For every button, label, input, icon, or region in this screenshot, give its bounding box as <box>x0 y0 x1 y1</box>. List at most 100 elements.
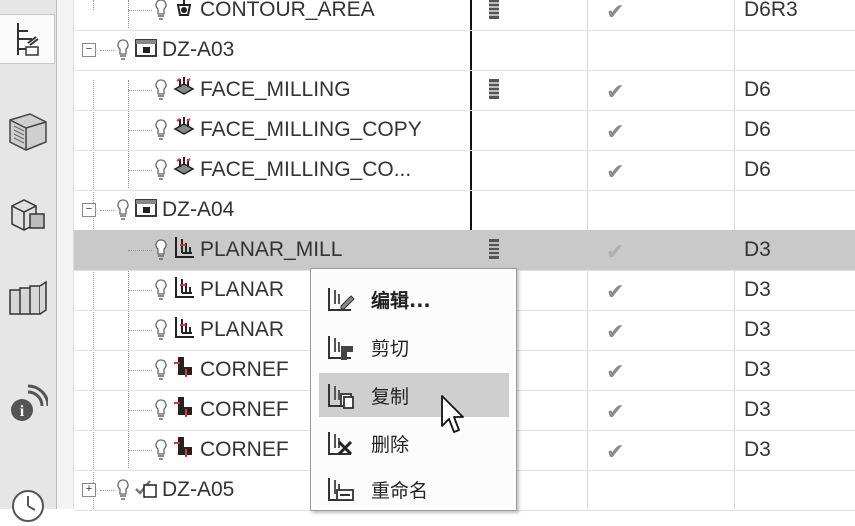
name-cell: CONTOUR_AREA <box>154 0 375 30</box>
menu-item-edit[interactable]: 编辑... <box>319 277 509 321</box>
program-group-icon <box>134 195 158 225</box>
row-name: CORNEF <box>200 398 289 421</box>
menu-item-label: 剪切 <box>371 337 410 360</box>
tool-cell: D3 <box>744 358 771 381</box>
status-check-icon: ✔ <box>606 359 625 384</box>
row-name: CORNEF <box>200 438 289 461</box>
delete-icon <box>319 428 371 458</box>
tree-operation-row[interactable]: FACE_MILLING ✔ D6 <box>74 70 855 111</box>
row-name: PLANAR <box>200 318 285 341</box>
name-cell: FACE_MILLING <box>154 70 351 110</box>
face-milling-op-icon <box>172 115 196 145</box>
light-bulb-icon <box>117 479 129 500</box>
tool-cell: D6 <box>744 78 771 101</box>
tree-line <box>128 170 152 171</box>
light-bulb-icon <box>155 159 167 180</box>
expand-icon[interactable]: + <box>82 483 96 497</box>
menu-item-rename[interactable]: 重命名 <box>319 467 509 511</box>
row-name: DZ-A03 <box>162 38 235 61</box>
history-icon[interactable] <box>4 478 52 526</box>
tree-line <box>128 10 152 11</box>
toolpath-icon <box>489 0 499 19</box>
sidebar-gutter <box>57 0 74 509</box>
contour-area-op-icon <box>172 0 196 25</box>
operation-navigator-icon[interactable] <box>0 14 55 64</box>
menu-item-copy[interactable]: 复制 <box>319 373 509 417</box>
tool-cell: D3 <box>744 318 771 341</box>
tree-operation-row[interactable]: PLANAR_MILL ✔ D3 <box>74 230 855 271</box>
toolpath-icon <box>489 239 499 259</box>
resource-bar: i <box>0 0 57 522</box>
name-cell: PLANAR <box>154 310 284 350</box>
light-bulb-icon <box>155 359 167 380</box>
menu-item-delete[interactable]: 删除 <box>319 421 509 465</box>
light-bulb-icon <box>155 399 167 420</box>
row-name: PLANAR <box>200 278 285 301</box>
svg-text:i: i <box>20 403 25 420</box>
corner-op-icon <box>172 355 196 385</box>
row-name: CONTOUR_AREA <box>200 0 375 21</box>
tree-line <box>128 130 152 131</box>
tree-line <box>100 210 114 211</box>
tree-line <box>100 50 114 51</box>
name-cell: DZ-A05 <box>116 470 234 510</box>
tree-line <box>100 490 114 491</box>
light-bulb-icon <box>117 199 129 220</box>
light-bulb-icon <box>155 319 167 340</box>
reuse-library-icon[interactable] <box>4 274 52 322</box>
tree-group-row[interactable]: − DZ-A03 <box>74 30 855 71</box>
light-bulb-icon <box>155 0 167 20</box>
status-check-icon: ✔ <box>606 439 625 464</box>
status-check-icon: ✔ <box>606 399 625 424</box>
row-name: DZ-A05 <box>162 478 235 501</box>
roles-icon[interactable]: i <box>4 380 52 428</box>
tool-cell: D6R3 <box>744 0 798 21</box>
part-navigator-icon[interactable] <box>4 190 52 238</box>
tree-line <box>128 370 152 371</box>
machine-tool-icon[interactable] <box>4 108 52 156</box>
row-name: FACE_MILLING_COPY <box>200 118 422 141</box>
collapse-icon[interactable]: − <box>82 43 96 57</box>
light-bulb-icon <box>155 119 167 140</box>
tool-cell: D6 <box>744 158 771 181</box>
planar-mill-op-icon <box>172 275 196 305</box>
name-cell: PLANAR <box>154 270 284 310</box>
tree-operation-row[interactable]: CONTOUR_AREA ✔ D6R3 <box>74 0 855 31</box>
row-name: CORNEF <box>200 358 289 381</box>
toolpath-icon <box>489 79 499 99</box>
row-name: FACE_MILLING_CO... <box>200 158 412 181</box>
tree-operation-row[interactable]: FACE_MILLING_CO... ✔ D6 <box>74 150 855 191</box>
planar-mill-op-icon <box>172 315 196 345</box>
tree-operation-row[interactable]: FACE_MILLING_COPY ✔ D6 <box>74 110 855 151</box>
light-bulb-icon <box>155 279 167 300</box>
light-bulb-icon <box>155 79 167 100</box>
light-bulb-icon <box>117 39 129 60</box>
face-milling-op-icon <box>172 155 196 185</box>
status-check-icon: ✔ <box>606 79 625 104</box>
light-bulb-icon <box>155 239 167 260</box>
status-check-icon: ✔ <box>606 0 625 24</box>
tree-group-row[interactable]: − DZ-A04 <box>74 190 855 231</box>
tool-cell: D6 <box>744 118 771 141</box>
name-cell: CORNEF <box>154 390 289 430</box>
name-cell: DZ-A03 <box>116 30 234 70</box>
corner-op-icon <box>172 395 196 425</box>
tool-cell: D3 <box>744 238 771 261</box>
face-milling-op-icon <box>172 75 196 105</box>
tool-cell: D3 <box>744 438 771 461</box>
rename-icon <box>319 474 371 504</box>
status-check-icon: ✔ <box>606 239 625 264</box>
collapse-icon[interactable]: − <box>82 203 96 217</box>
status-check-icon: ✔ <box>606 119 625 144</box>
menu-item-label: 编辑... <box>371 289 431 312</box>
tree-line <box>128 90 152 91</box>
program-group-icon <box>134 35 158 65</box>
light-bulb-icon <box>155 439 167 460</box>
menu-item-cut[interactable]: 剪切 <box>319 325 509 369</box>
status-check-icon: ✔ <box>606 279 625 304</box>
tree-line <box>128 410 152 411</box>
name-cell: CORNEF <box>154 350 289 390</box>
edit-icon <box>319 284 371 314</box>
tree-line <box>128 330 152 331</box>
menu-item-label: 重命名 <box>371 479 429 502</box>
